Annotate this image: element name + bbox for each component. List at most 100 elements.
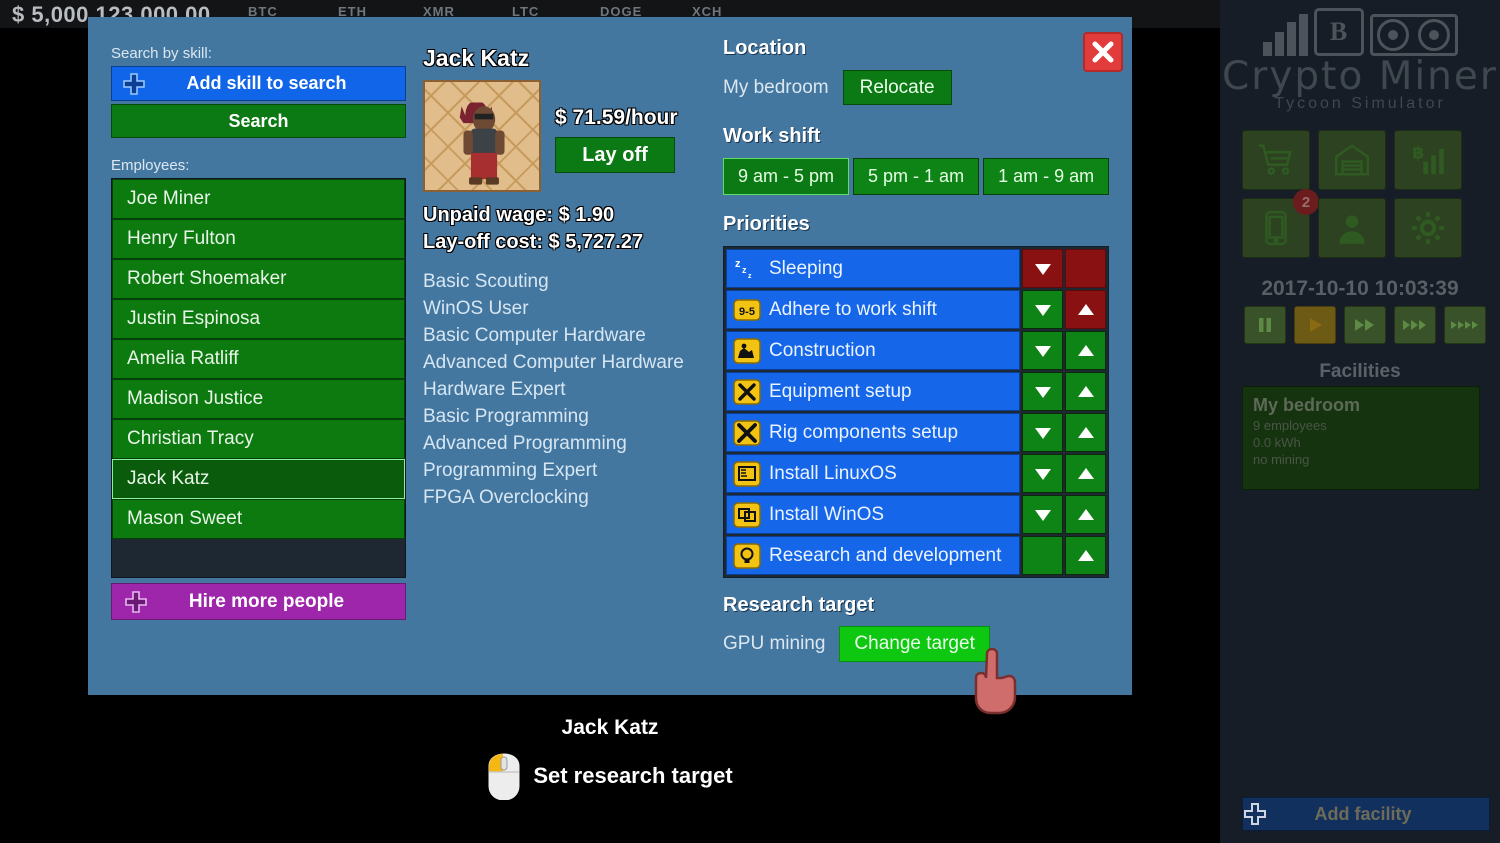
triangle-down-icon [1033, 384, 1053, 400]
skill-item: FPGA Overclocking [423, 484, 723, 511]
list-item[interactable]: Amelia Ratliff [112, 339, 405, 379]
priority-move-down-button[interactable] [1022, 290, 1063, 329]
employee-search-panel: Search by skill: Add skill to search Sea… [111, 45, 406, 620]
list-item[interactable]: Mason Sweet [112, 499, 405, 539]
priority-move-down-button[interactable] [1022, 454, 1063, 493]
triangle-down-icon [1033, 302, 1053, 318]
priority-adhere-to-work-shift[interactable]: 9-5 Adhere to work shift [726, 290, 1020, 329]
location-value: My bedroom [723, 77, 829, 99]
facility-power: 0.0 kWh [1253, 435, 1469, 450]
skill-item: Basic Programming [423, 403, 723, 430]
employee-portrait [423, 80, 541, 192]
priority-move-down-button[interactable] [1022, 372, 1063, 411]
triangle-up-icon [1076, 548, 1096, 564]
game-screen: $ 5,000,123,000.00 BTC ETH XMR LTC DOGE … [0, 0, 1500, 843]
facility-card[interactable]: My bedroom 9 employees 0.0 kWh no mining [1242, 386, 1480, 490]
triangle-down-icon [1033, 343, 1053, 359]
tooltip-name: Jack Katz [0, 716, 1220, 740]
priority-move-down-button [1022, 536, 1063, 575]
list-item[interactable]: Joe Miner [112, 179, 405, 219]
facility-employees: 9 employees [1253, 418, 1469, 433]
logo-icons: B [1220, 6, 1500, 56]
table-row: Rig components setup [726, 413, 1106, 452]
speed-2x-button[interactable] [1344, 306, 1386, 344]
relocate-button[interactable]: Relocate [843, 70, 952, 105]
shift-option-morning[interactable]: 9 am - 5 pm [723, 158, 849, 195]
pause-button[interactable] [1244, 306, 1286, 344]
priority-label: Construction [769, 340, 876, 362]
priority-equipment-setup[interactable]: Equipment setup [726, 372, 1020, 411]
priority-move-down-button[interactable] [1022, 495, 1063, 534]
list-item[interactable]: Robert Shoemaker [112, 259, 405, 299]
construction-icon [733, 337, 761, 365]
svg-text:z: z [748, 273, 752, 280]
priority-label: Equipment setup [769, 381, 912, 403]
triangle-down-icon [1033, 425, 1053, 441]
search-button[interactable]: Search [111, 104, 406, 138]
list-item[interactable]: Madison Justice [112, 379, 405, 419]
pause-icon [1255, 315, 1275, 335]
add-facility-button[interactable]: Add facility [1242, 797, 1490, 831]
tooltip-action: Set research target [533, 763, 732, 789]
priority-move-down-button[interactable] [1022, 413, 1063, 452]
employee-wage: $ 71.59/hour [555, 106, 678, 130]
priority-move-up-button[interactable] [1065, 454, 1106, 493]
lay-off-button[interactable]: Lay off [555, 137, 675, 173]
priority-move-down-button[interactable] [1022, 331, 1063, 370]
priority-move-up-button[interactable] [1065, 536, 1106, 575]
priority-research-and-development[interactable]: Research and development [726, 536, 1020, 575]
layoff-cost: Lay-off cost: $ 5,727.27 [423, 231, 723, 254]
table-row: 9-5 Adhere to work shift [726, 290, 1106, 329]
priority-install-linuxos[interactable]: Install LinuxOS [726, 454, 1020, 493]
phone-button[interactable]: 2 [1242, 198, 1310, 258]
fast-forward-2x-icon [1353, 315, 1377, 335]
triangle-up-icon [1076, 507, 1096, 523]
priority-sleeping[interactable]: z z z Sleeping [726, 249, 1020, 288]
settings-button[interactable] [1394, 198, 1462, 258]
table-row: Install WinOS [726, 495, 1106, 534]
phone-badge: 2 [1293, 189, 1319, 215]
list-item[interactable]: Henry Fulton [112, 219, 405, 259]
add-skill-to-search-button[interactable]: Add skill to search [111, 66, 406, 101]
hire-label: Hire more people [148, 591, 385, 613]
facility-mining: no mining [1253, 452, 1469, 467]
priority-rig-components-setup[interactable]: Rig components setup [726, 413, 1020, 452]
list-item-selected[interactable]: Jack Katz [112, 459, 405, 499]
speed-1x-button[interactable] [1294, 306, 1336, 344]
priority-move-down-button[interactable] [1022, 249, 1063, 288]
priority-move-up-button[interactable] [1065, 495, 1106, 534]
hire-more-people-button[interactable]: Hire more people [111, 583, 406, 620]
skill-item: Basic Computer Hardware [423, 322, 723, 349]
shift-option-night[interactable]: 1 am - 9 am [983, 158, 1109, 195]
game-logo: B Crypto Miner Tycoon Simulator [1220, 6, 1500, 113]
speed-4x-button[interactable] [1444, 306, 1486, 344]
triangle-down-icon [1033, 261, 1053, 277]
logo-gpu-icon [1370, 14, 1458, 56]
add-skill-label: Add skill to search [146, 73, 387, 94]
priority-move-up-button[interactable] [1065, 413, 1106, 452]
list-item[interactable]: Christian Tracy [112, 419, 405, 459]
employee-list[interactable]: Joe Miner Henry Fulton Robert Shoemaker … [111, 178, 406, 578]
shift-option-evening[interactable]: 5 pm - 1 am [853, 158, 979, 195]
plus-icon [124, 590, 148, 614]
priority-install-winos[interactable]: Install WinOS [726, 495, 1020, 534]
speed-3x-button[interactable] [1394, 306, 1436, 344]
location-heading: Location [723, 37, 1113, 60]
right-sidebar: B Crypto Miner Tycoon Simulator [1220, 0, 1500, 843]
priority-move-up-button[interactable] [1065, 290, 1106, 329]
triangle-down-icon [1033, 466, 1053, 482]
facilities-button[interactable] [1318, 130, 1386, 190]
priority-move-up-button[interactable] [1065, 372, 1106, 411]
settings-gear-icon [1409, 209, 1447, 247]
market-button[interactable]: ฿ [1394, 130, 1462, 190]
priority-construction[interactable]: Construction [726, 331, 1020, 370]
shop-button[interactable] [1242, 130, 1310, 190]
list-item[interactable]: Justin Espinosa [112, 299, 405, 339]
nine-to-five-icon: 9-5 [733, 296, 761, 324]
research-bulb-icon [733, 542, 761, 570]
skill-item: Advanced Computer Hardware [423, 349, 723, 376]
priority-move-up-button[interactable] [1065, 331, 1106, 370]
table-row: Equipment setup [726, 372, 1106, 411]
employees-button[interactable] [1318, 198, 1386, 258]
priority-label: Install LinuxOS [769, 463, 897, 485]
